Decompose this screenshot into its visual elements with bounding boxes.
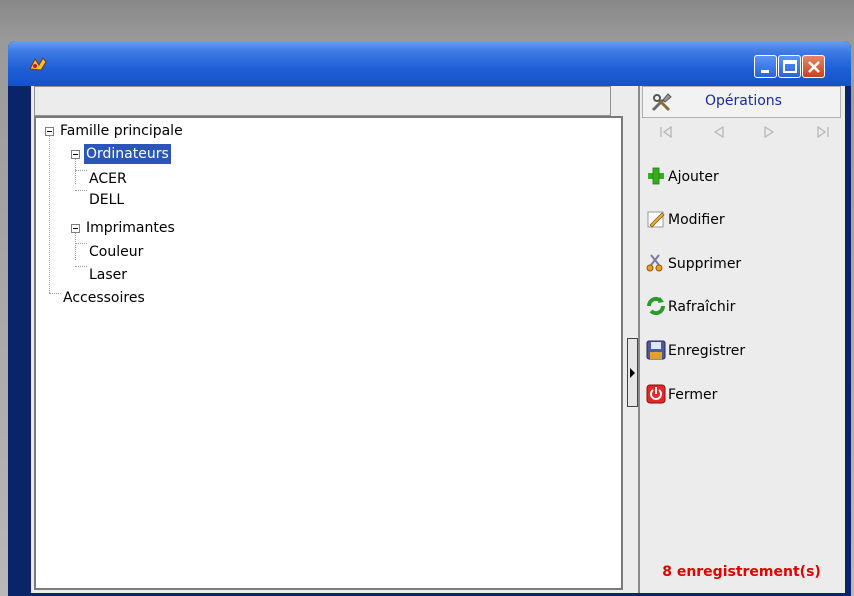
tree-node-root[interactable]: Famille principale <box>58 121 185 141</box>
title-bar[interactable] <box>8 41 851 86</box>
operations-panel: Opérations Ajouter Modifier Supprimer Ra… <box>638 86 845 593</box>
ajouter-label: Ajouter <box>668 169 719 185</box>
tree-node-imprimantes[interactable]: Imprimantes <box>84 218 177 238</box>
tree-node-accessoires[interactable]: Accessoires <box>61 288 147 308</box>
category-tree[interactable]: Famille principale Ordinateurs ACER DELL… <box>34 116 623 590</box>
collapse-toggle-imprimantes[interactable] <box>71 224 80 233</box>
maximize-icon <box>783 60 797 73</box>
save-icon <box>646 340 666 360</box>
last-icon[interactable] <box>813 124 831 140</box>
app-icon <box>29 57 47 71</box>
power-icon <box>646 384 666 404</box>
rafraichir-label: Rafraîchir <box>668 299 736 315</box>
window-client-area: Famille principale Ordinateurs ACER DELL… <box>31 86 845 593</box>
panel-splitter[interactable] <box>627 338 638 407</box>
collapse-toggle-root[interactable] <box>45 127 54 136</box>
enregistrer-label: Enregistrer <box>668 343 746 359</box>
tree-node-couleur[interactable]: Couleur <box>87 242 145 262</box>
minimize-button[interactable] <box>754 55 777 78</box>
tree-connector <box>75 170 87 171</box>
record-count: 8 enregistrement(s) <box>662 564 821 580</box>
tree-header-bar <box>34 86 611 116</box>
minimize-icon <box>761 70 769 73</box>
next-icon[interactable] <box>760 124 778 140</box>
tools-icon <box>651 93 672 112</box>
tree-node-ordinateurs[interactable]: Ordinateurs <box>84 144 171 164</box>
tree-node-acer[interactable]: ACER <box>87 169 129 189</box>
tree-node-dell[interactable]: DELL <box>87 190 126 210</box>
maximize-button[interactable] <box>778 55 801 78</box>
supprimer-label: Supprimer <box>668 256 742 272</box>
operations-header: Opérations <box>642 86 841 118</box>
tree-connector <box>75 243 87 244</box>
plus-icon <box>648 167 664 185</box>
operations-title: Opérations <box>705 93 782 109</box>
tree-node-laser[interactable]: Laser <box>87 265 129 285</box>
close-icon <box>808 61 820 73</box>
close-button[interactable] <box>802 55 825 78</box>
previous-icon[interactable] <box>710 124 728 140</box>
first-icon[interactable] <box>658 124 676 140</box>
collapse-toggle-ordinateurs[interactable] <box>71 150 80 159</box>
tree-connector <box>75 266 87 267</box>
tree-connector <box>49 131 50 293</box>
fermer-label: Fermer <box>668 387 718 403</box>
tree-connector <box>49 293 61 294</box>
app-window: Famille principale Ordinateurs ACER DELL… <box>8 41 851 596</box>
expand-arrow-icon <box>630 368 635 378</box>
scissors-icon <box>646 254 663 272</box>
pencil-icon <box>647 211 665 228</box>
refresh-icon <box>646 296 666 316</box>
modifier-label: Modifier <box>668 212 725 228</box>
tree-connector <box>75 190 87 191</box>
